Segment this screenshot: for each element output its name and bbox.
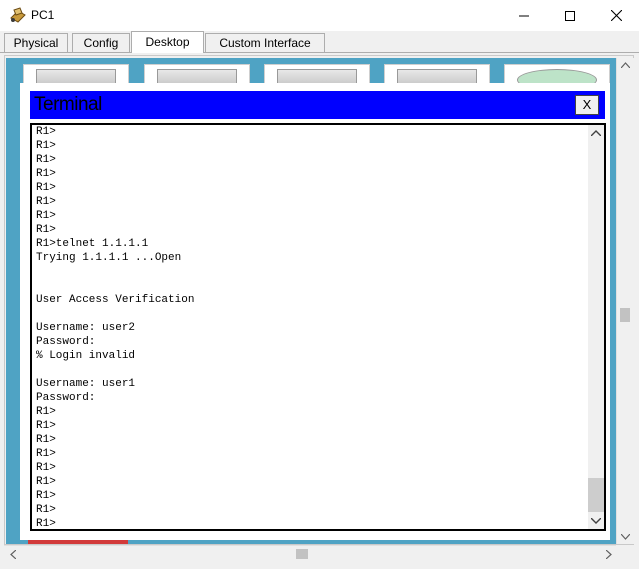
console-line: R1> (36, 448, 56, 460)
terminal-window: Terminal X R1> R1> R1> R1> R1> R1> R1> R1> R1>te… (20, 83, 610, 540)
console-line: R1> (36, 126, 56, 138)
scroll-right-arrow-icon[interactable] (606, 550, 612, 559)
terminal-console[interactable]: R1> R1> R1> R1> R1> R1> R1> R1> R1>telnet 1.1.1.… (30, 123, 606, 531)
scroll-thumb[interactable] (588, 478, 604, 512)
console-line: R1> (36, 518, 56, 530)
console-line: R1> (36, 504, 56, 516)
terminal-close-button[interactable]: X (575, 95, 599, 115)
window-titlebar: PC1 (0, 0, 639, 32)
console-output[interactable]: R1> R1> R1> R1> R1> R1> R1> R1> R1>telnet 1.1.1.… (36, 125, 584, 530)
terminal-title: Terminal (34, 94, 102, 115)
scrollbar-corner (616, 545, 634, 562)
console-line: R1>telnet 1.1.1.1 (36, 238, 149, 250)
minimize-button[interactable] (501, 0, 547, 31)
console-line: % Login invalid (36, 350, 136, 362)
maximize-icon (565, 10, 575, 21)
scroll-left-arrow-icon[interactable] (10, 550, 16, 559)
desktop-vertical-scrollbar[interactable] (616, 58, 634, 544)
tab-config[interactable]: Config (72, 33, 130, 52)
console-line: R1> (36, 420, 56, 432)
console-line: R1> (36, 406, 56, 418)
tab-desktop[interactable]: Desktop (131, 31, 204, 53)
tab-divider (0, 52, 639, 53)
console-line: R1> (36, 476, 56, 488)
maximize-button[interactable] (547, 0, 593, 31)
scroll-down-arrow-icon[interactable] (591, 518, 601, 524)
console-line: R1> (36, 462, 56, 474)
scroll-thumb[interactable] (620, 308, 630, 322)
pc-app-icon (9, 6, 27, 24)
console-line: R1> (36, 224, 56, 236)
tab-custom-interface[interactable]: Custom Interface (205, 33, 325, 52)
console-line: R1> (36, 168, 56, 180)
console-line: Trying 1.1.1.1 ...Open (36, 252, 182, 264)
console-line: R1> (36, 196, 56, 208)
tab-physical[interactable]: Physical (4, 33, 68, 52)
scroll-down-arrow-icon[interactable] (621, 534, 630, 540)
scroll-up-arrow-icon[interactable] (591, 130, 601, 136)
console-scrollbar[interactable] (588, 125, 604, 529)
scroll-thumb[interactable] (296, 549, 308, 559)
console-line: Password: (36, 336, 96, 348)
close-icon (610, 10, 622, 21)
console-line: R1> (36, 154, 56, 166)
console-line: R1> (36, 434, 56, 446)
desktop-horizontal-scrollbar[interactable] (4, 545, 634, 563)
console-line: R1> (36, 182, 56, 194)
scroll-up-arrow-icon[interactable] (621, 62, 630, 68)
terminal-header: Terminal X (30, 91, 605, 119)
console-line: Username: user2 (36, 322, 136, 334)
console-line: R1> (36, 490, 56, 502)
console-line: R1> (36, 210, 56, 222)
console-line: R1> (36, 140, 56, 152)
minimize-icon (519, 15, 529, 16)
console-line: User Access Verification (36, 294, 195, 306)
close-button[interactable] (593, 0, 639, 31)
tab-bar: Physical Config Desktop Custom Interface (0, 31, 639, 53)
console-line: Username: user1 (36, 378, 136, 390)
window-title: PC1 (31, 8, 55, 22)
console-line: Password: (36, 392, 96, 404)
